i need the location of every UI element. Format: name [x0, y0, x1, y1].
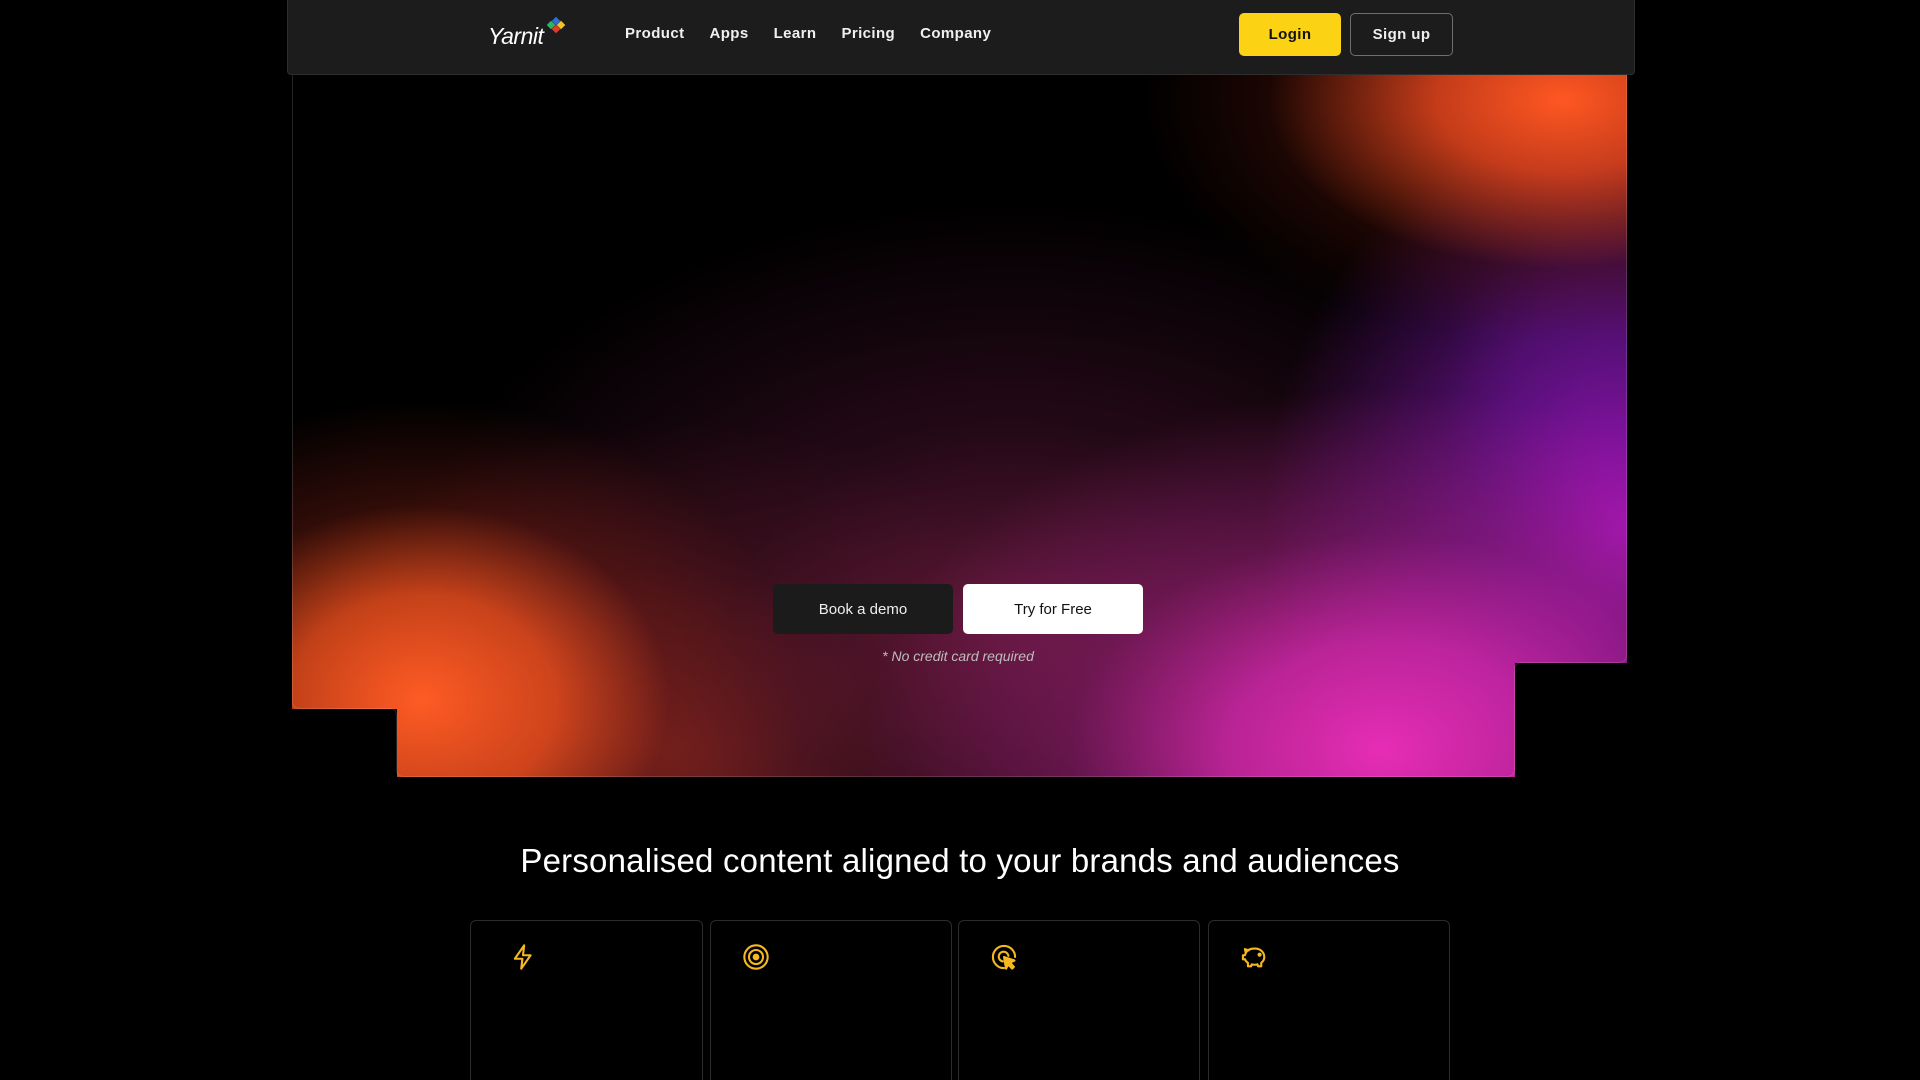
try-free-button[interactable]: Try for Free: [963, 584, 1143, 634]
hero-gradient-banner: [292, 60, 1627, 777]
nav-company[interactable]: Company: [920, 25, 991, 42]
top-navbar: Yarnit Product Apps Learn Pricing Compan…: [287, 0, 1635, 75]
book-demo-button[interactable]: Book a demo: [773, 584, 953, 634]
nav-apps[interactable]: Apps: [709, 25, 748, 42]
piggy-bank-icon: [1241, 947, 1266, 968]
brand-logo[interactable]: Yarnit: [488, 16, 568, 50]
lightning-icon: [513, 944, 532, 970]
feature-card[interactable]: [470, 920, 703, 1080]
logo-mark-icon: [547, 16, 566, 34]
nav-pricing[interactable]: Pricing: [841, 25, 895, 42]
target-icon: [743, 944, 769, 970]
main-nav: Product Apps Learn Pricing Company: [625, 0, 1016, 67]
feature-card[interactable]: [1208, 920, 1450, 1080]
cursor-click-icon: [991, 944, 1017, 970]
feature-card[interactable]: [958, 920, 1200, 1080]
feature-card[interactable]: [710, 920, 952, 1080]
nav-product[interactable]: Product: [625, 25, 684, 42]
nav-learn[interactable]: Learn: [774, 25, 817, 42]
hero-cta-group: Book a demo Try for Free: [773, 584, 1143, 634]
signup-button[interactable]: Sign up: [1350, 13, 1453, 56]
feature-cards: [0, 920, 1920, 1080]
features-title: Personalised content aligned to your bra…: [520, 842, 1400, 879]
no-credit-card-note: * No credit card required: [882, 648, 1034, 664]
login-button[interactable]: Login: [1239, 13, 1341, 56]
brand-name: Yarnit: [488, 23, 544, 49]
